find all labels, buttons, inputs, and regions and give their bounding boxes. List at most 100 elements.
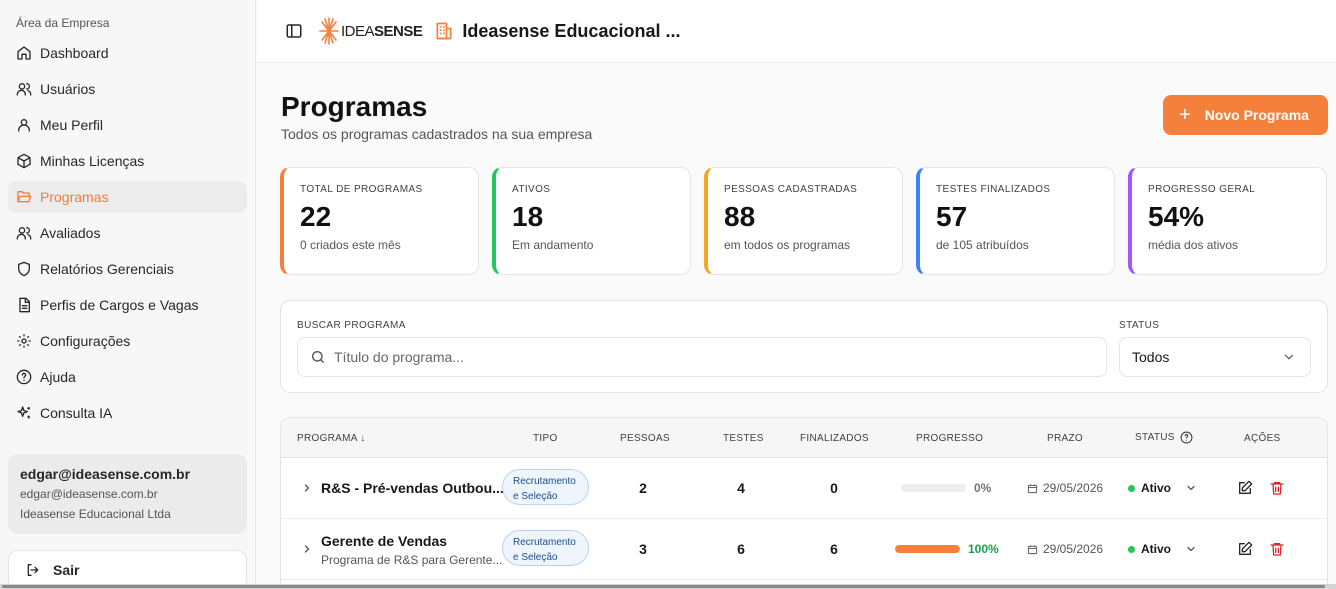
sidebar-item-perfis-cargos[interactable]: Perfis de Cargos e Vagas xyxy=(8,289,247,321)
shield-icon xyxy=(16,261,32,277)
stat-caption: Em andamento xyxy=(512,238,594,252)
logo-burst-icon xyxy=(319,17,339,45)
program-description: Programa de R&S para Gerente... xyxy=(321,553,503,567)
search-input[interactable]: Título do programa... xyxy=(297,337,1107,377)
sidebar-item-relatorios[interactable]: Relatórios Gerenciais xyxy=(8,253,247,285)
search-label: BUSCAR PROGRAMA xyxy=(297,320,406,331)
chevron-down-icon[interactable] xyxy=(1185,543,1197,555)
file-icon xyxy=(16,297,32,313)
user-card[interactable]: edgar@ideasense.com.br edgar@ideasense.c… xyxy=(8,454,247,534)
sidebar-item-label: Meu Perfil xyxy=(40,117,104,133)
sidebar-item-configuracoes[interactable]: Configurações xyxy=(8,325,247,357)
progress-percent: 0% xyxy=(974,481,992,495)
help-circle-icon[interactable] xyxy=(1180,431,1193,444)
testes-count: 4 xyxy=(737,480,745,496)
users-icon xyxy=(16,225,32,241)
stat-caption: 0 criados este mês xyxy=(300,238,401,252)
column-header-pessoas: PESSOAS xyxy=(620,433,670,444)
sidebar-item-dashboard[interactable]: Dashboard xyxy=(8,37,247,69)
sidebar-item-programas[interactable]: Programas xyxy=(8,181,247,213)
table-header: PROGRAMA ↓ TIPO PESSOAS TESTES FINALIZAD… xyxy=(281,418,1327,458)
sidebar-item-avaliados[interactable]: Avaliados xyxy=(8,217,247,249)
user-email: edgar@ideasense.com.br xyxy=(20,487,158,501)
stat-card-total: TOTAL DE PROGRAMAS 22 0 criados este mês xyxy=(280,167,479,275)
table-row[interactable]: Gerente de Vendas Programa de R&S para G… xyxy=(281,519,1327,580)
sidebar-toggle-icon[interactable] xyxy=(285,22,303,40)
stat-value: 18 xyxy=(512,201,544,232)
programs-table: PROGRAMA ↓ TIPO PESSOAS TESTES FINALIZAD… xyxy=(280,417,1328,589)
type-badge: Recrutamento e Seleção xyxy=(502,469,589,505)
chevron-down-icon xyxy=(1284,354,1294,360)
stat-label: PESSOAS CADASTRADAS xyxy=(724,184,858,195)
folder-open-icon xyxy=(16,189,32,205)
filters-panel: BUSCAR PROGRAMA Título do programa... ST… xyxy=(280,300,1328,393)
column-header-testes: TESTES xyxy=(723,433,764,444)
sidebar: Área da Empresa Dashboard Usuários Meu P… xyxy=(0,0,256,589)
status-dot xyxy=(1128,545,1135,553)
table-row[interactable]: R&S - Pré-vendas Outbou... Recrutamento e… xyxy=(281,458,1327,519)
new-program-label: Novo Programa xyxy=(1204,107,1309,123)
logout-icon xyxy=(27,564,39,576)
horizontal-scrollbar[interactable] xyxy=(0,584,1336,589)
top-header: IDEASENSE Ideasense Educacional ... xyxy=(257,0,1336,63)
pessoas-count: 2 xyxy=(639,480,647,496)
column-header-programa[interactable]: PROGRAMA ↓ xyxy=(297,433,366,444)
stat-label: TESTES FINALIZADOS xyxy=(936,184,1051,195)
gear-icon xyxy=(16,333,32,349)
sidebar-section-label: Área da Empresa xyxy=(16,16,110,30)
type-badge: Recrutamento e Seleção xyxy=(502,530,589,566)
stat-caption: em todos os programas xyxy=(724,238,851,252)
stat-label: PROGRESSO GERAL xyxy=(1148,184,1256,195)
company-name[interactable]: Ideasense Educacional ... xyxy=(462,21,680,42)
status-filter-label: STATUS xyxy=(1119,320,1160,331)
stat-caption: de 105 atribuídos xyxy=(936,238,1029,252)
calendar-icon xyxy=(1027,483,1038,493)
edit-icon[interactable] xyxy=(1237,480,1253,496)
help-circle-icon xyxy=(16,369,32,385)
stat-card-progresso: PROGRESSO GERAL 54% média dos ativos xyxy=(1128,167,1327,275)
calendar-icon xyxy=(1027,544,1038,554)
stat-value: 22 xyxy=(300,201,332,232)
logout-label: Sair xyxy=(53,562,80,578)
sidebar-item-minhas-licencas[interactable]: Minhas Licenças xyxy=(8,145,247,177)
column-header-prazo: PRAZO xyxy=(1047,433,1083,444)
column-header-acoes: AÇÕES xyxy=(1244,433,1281,444)
logo-text: IDEASENSE xyxy=(341,22,423,40)
stat-label: ATIVOS xyxy=(512,184,551,195)
status-select-value: Todos xyxy=(1132,349,1170,365)
progress-bar xyxy=(901,484,966,492)
prazo-date: 29/05/2026 xyxy=(1027,542,1103,556)
column-header-finalizados: FINALIZADOS xyxy=(800,433,869,444)
testes-count: 6 xyxy=(737,541,745,557)
chevron-down-icon[interactable] xyxy=(1185,482,1197,494)
package-icon xyxy=(16,153,32,169)
chevron-right-icon[interactable] xyxy=(301,543,313,555)
scrollbar-thumb[interactable] xyxy=(2,585,1325,588)
program-name[interactable]: Gerente de Vendas xyxy=(321,533,447,549)
sidebar-item-usuarios[interactable]: Usuários xyxy=(8,73,247,105)
chevron-right-icon[interactable] xyxy=(301,482,313,494)
sidebar-item-label: Minhas Licenças xyxy=(40,153,145,169)
stat-value: 54% xyxy=(1148,201,1205,232)
status-dot xyxy=(1128,484,1135,492)
sidebar-nav: Dashboard Usuários Meu Perfil Minhas Lic… xyxy=(8,37,247,433)
pessoas-count: 3 xyxy=(639,541,647,557)
program-name[interactable]: R&S - Pré-vendas Outbou... xyxy=(321,480,504,496)
users-icon xyxy=(16,81,32,97)
new-program-button[interactable]: + Novo Programa xyxy=(1163,95,1328,135)
ideasense-logo[interactable]: IDEASENSE xyxy=(319,16,423,46)
column-header-status: STATUS xyxy=(1135,431,1193,444)
finalizados-count: 0 xyxy=(830,480,838,496)
sidebar-item-label: Ajuda xyxy=(40,369,76,385)
edit-icon[interactable] xyxy=(1237,541,1253,557)
stat-value: 88 xyxy=(724,201,756,232)
sidebar-item-label: Avaliados xyxy=(40,225,101,241)
status-select[interactable]: Todos xyxy=(1119,337,1311,377)
sidebar-item-consulta-ia[interactable]: Consulta IA xyxy=(8,397,247,429)
trash-icon[interactable] xyxy=(1269,480,1285,496)
sidebar-item-label: Perfis de Cargos e Vagas xyxy=(40,297,199,313)
stat-card-pessoas: PESSOAS CADASTRADAS 88 em todos os progr… xyxy=(704,167,903,275)
sidebar-item-ajuda[interactable]: Ajuda xyxy=(8,361,247,393)
trash-icon[interactable] xyxy=(1269,541,1285,557)
sidebar-item-meu-perfil[interactable]: Meu Perfil xyxy=(8,109,247,141)
